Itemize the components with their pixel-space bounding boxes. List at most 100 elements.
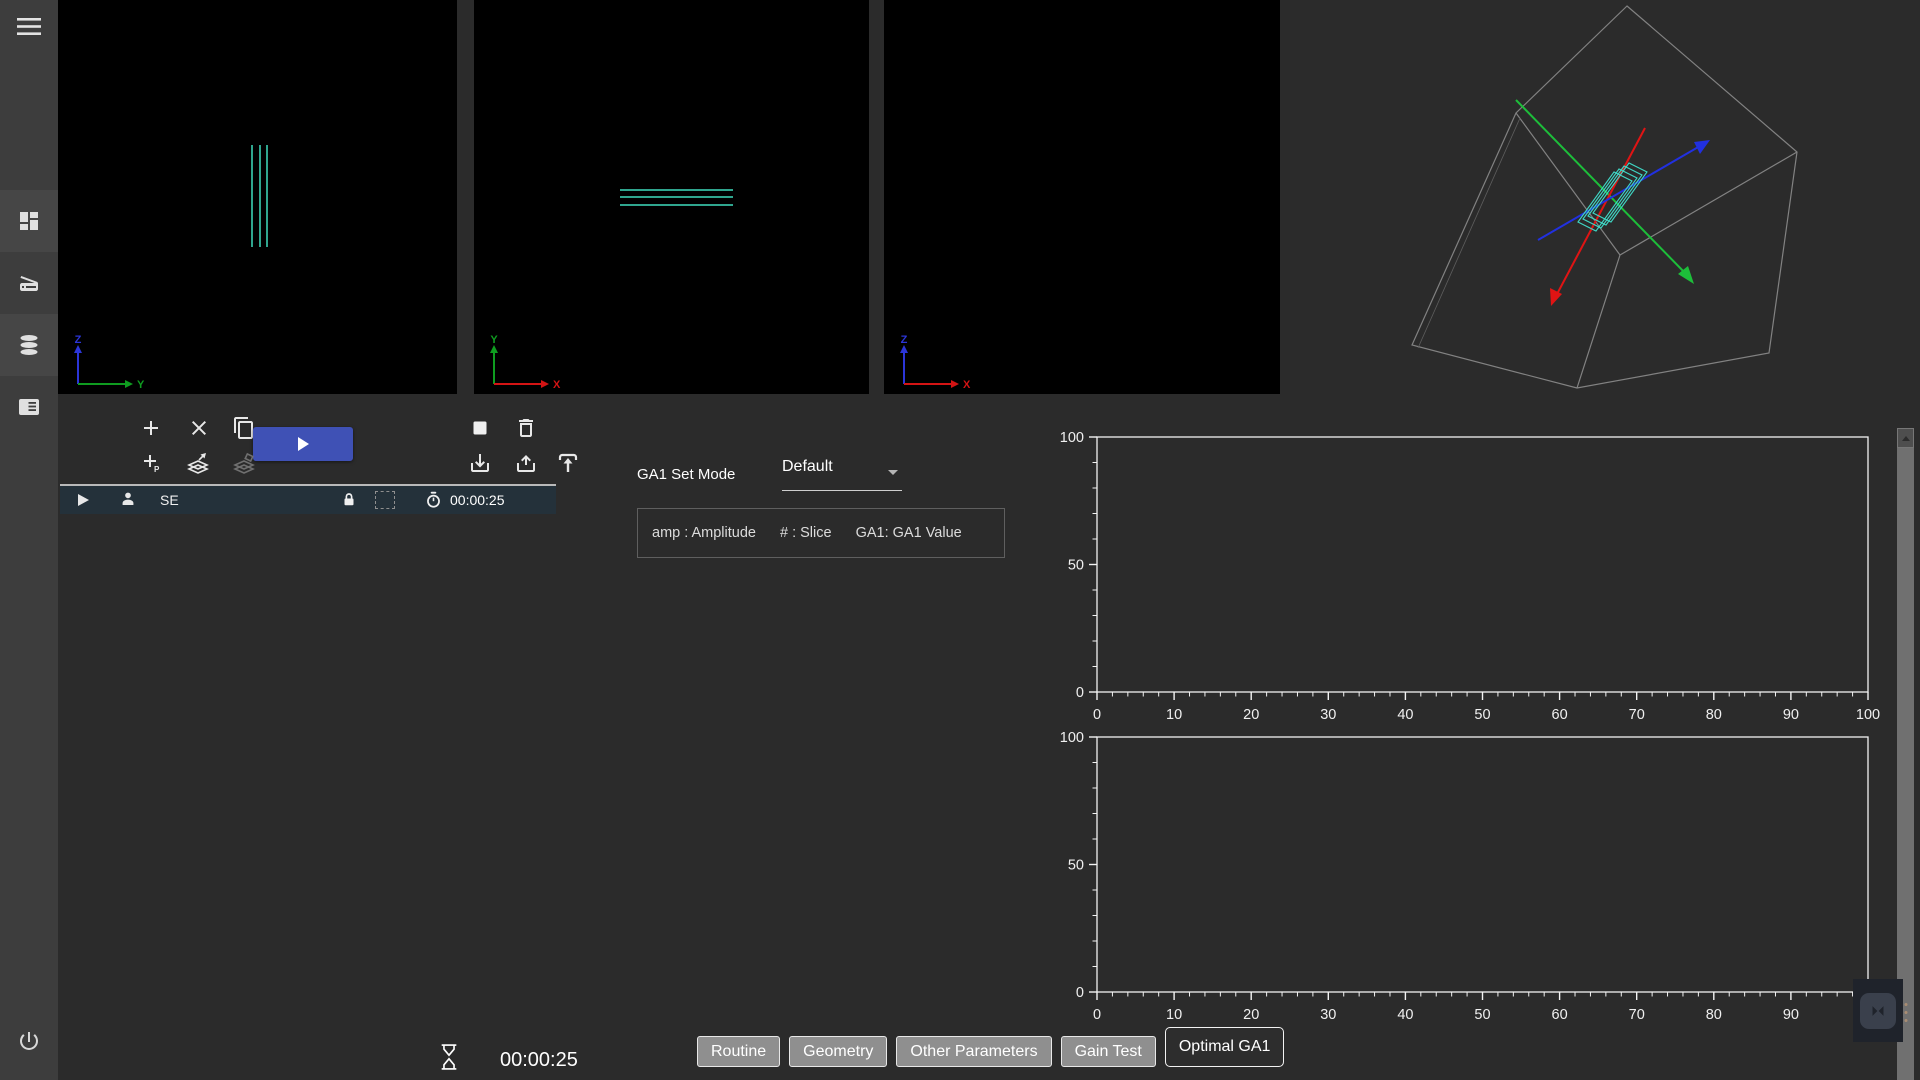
axis-gizmo: Y X [480, 334, 564, 392]
sidebar-item-database[interactable] [0, 314, 58, 376]
ga1-set-mode-label: GA1 Set Mode [637, 466, 735, 483]
article-card-icon [17, 395, 41, 419]
svg-text:0: 0 [1076, 985, 1084, 1001]
svg-text:Y: Y [490, 334, 498, 346]
ga1-chart-top[interactable]: 0102030405060708090100050100 [1040, 425, 1890, 725]
svg-text:10: 10 [1166, 707, 1182, 723]
sidebar [0, 0, 58, 1080]
svg-text:30: 30 [1320, 1007, 1336, 1023]
svg-text:100: 100 [1060, 730, 1084, 746]
floating-widget[interactable] [1853, 979, 1903, 1042]
parameter-tabs: Routine Geometry Other Parameters Gain Test… [697, 1027, 1284, 1067]
viewport-xz[interactable]: Z X [884, 0, 1280, 394]
sidebar-item-scanner[interactable] [0, 252, 58, 314]
svg-text:10: 10 [1166, 1007, 1182, 1023]
ga1-chart-bottom[interactable]: 0102030405060708090050100 [1040, 725, 1890, 1025]
svg-text:X: X [963, 379, 971, 391]
sequence-toolbar: P [60, 406, 580, 482]
slice-line [620, 189, 733, 191]
app-window: Z Y Y X Z X [0, 0, 1920, 1080]
add-protocol-button[interactable]: P [135, 447, 167, 479]
viewport-xy[interactable]: Y X [474, 0, 869, 394]
svg-text:50: 50 [1474, 1007, 1490, 1023]
svg-text:20: 20 [1243, 1007, 1259, 1023]
stop-button[interactable] [464, 412, 496, 444]
svg-text:100: 100 [1856, 707, 1880, 723]
close-button[interactable] [183, 412, 215, 444]
svg-text:0: 0 [1076, 685, 1084, 701]
svg-text:100: 100 [1060, 430, 1084, 446]
sidebar-item-protocols[interactable] [0, 376, 58, 438]
svg-text:Y: Y [137, 379, 145, 391]
svg-text:70: 70 [1629, 707, 1645, 723]
delete-button[interactable] [510, 412, 542, 444]
svg-text:60: 60 [1552, 707, 1568, 723]
upload-button[interactable] [510, 447, 542, 479]
scanner-icon [17, 271, 41, 295]
dashboard-grid-icon [17, 209, 41, 233]
sequence-row[interactable]: SE 00:00:25 [60, 484, 556, 514]
scrollbar-handle-dots [1904, 1003, 1907, 1022]
slice-line [620, 196, 733, 198]
sequence-name: SE [160, 486, 179, 514]
upload-top-button[interactable] [552, 447, 584, 479]
svg-text:40: 40 [1397, 1007, 1413, 1023]
selection-box-icon[interactable] [375, 486, 395, 514]
scroll-up-button[interactable] [1897, 428, 1914, 448]
hamburger-menu-icon[interactable] [0, 0, 58, 54]
legend-item-amp: amp : Amplitude [652, 525, 756, 541]
view3d-scene[interactable] [1280, 0, 1920, 430]
svg-text:Z: Z [901, 334, 908, 346]
tab-gain-test[interactable]: Gain Test [1061, 1036, 1156, 1067]
tab-optimal-ga1[interactable]: Optimal GA1 [1165, 1027, 1285, 1067]
tab-routine[interactable]: Routine [697, 1036, 780, 1067]
run-scan-button[interactable] [253, 427, 353, 461]
svg-text:50: 50 [1474, 707, 1490, 723]
svg-text:50: 50 [1068, 858, 1084, 874]
tab-other-parameters[interactable]: Other Parameters [896, 1036, 1051, 1067]
select-underline [782, 490, 902, 491]
legend-item-slice: # : Slice [780, 525, 832, 541]
layers-disabled-button[interactable] [228, 447, 260, 479]
stopwatch-icon [424, 486, 443, 514]
tab-geometry[interactable]: Geometry [789, 1036, 887, 1067]
slice-line [620, 204, 733, 206]
play-icon [295, 436, 311, 452]
ga1-legend: amp : Amplitude # : Slice GA1: GA1 Value [637, 508, 1005, 558]
hourglass-icon [438, 1042, 460, 1072]
svg-text:80: 80 [1706, 707, 1722, 723]
svg-text:90: 90 [1783, 707, 1799, 723]
add-button[interactable] [135, 412, 167, 444]
sidebar-item-dashboard[interactable] [0, 190, 58, 252]
lock-icon[interactable] [340, 486, 358, 514]
power-button[interactable] [0, 1010, 58, 1072]
viewport-yz[interactable]: Z Y [58, 0, 457, 394]
sequence-play-icon[interactable] [78, 486, 89, 514]
person-icon [118, 486, 138, 514]
slice-line [251, 145, 253, 247]
svg-text:0: 0 [1093, 707, 1101, 723]
svg-text:90: 90 [1783, 1007, 1799, 1023]
svg-text:0: 0 [1093, 1007, 1101, 1023]
svg-text:Z: Z [75, 334, 82, 346]
download-button[interactable] [464, 447, 496, 479]
chevron-down-icon [888, 470, 898, 475]
svg-text:X: X [553, 379, 561, 391]
svg-text:50: 50 [1068, 558, 1084, 574]
axis-gizmo: Z Y [64, 334, 148, 392]
slice-line [266, 145, 268, 247]
svg-text:30: 30 [1320, 707, 1336, 723]
bowtie-logo-icon [1860, 993, 1896, 1029]
ga1-mode-select[interactable]: Default [782, 458, 902, 491]
database-stack-icon [17, 333, 41, 357]
legend-item-ga1: GA1: GA1 Value [856, 525, 962, 541]
scroll-up-icon [1902, 436, 1910, 441]
layers-export-button[interactable] [182, 447, 214, 479]
svg-text:P: P [154, 465, 160, 474]
elapsed-timer: 00:00:25 [500, 1049, 578, 1072]
power-icon [17, 1029, 41, 1053]
svg-text:20: 20 [1243, 707, 1259, 723]
slice-line [259, 145, 261, 247]
svg-text:80: 80 [1706, 1007, 1722, 1023]
axis-gizmo: Z X [890, 334, 974, 392]
